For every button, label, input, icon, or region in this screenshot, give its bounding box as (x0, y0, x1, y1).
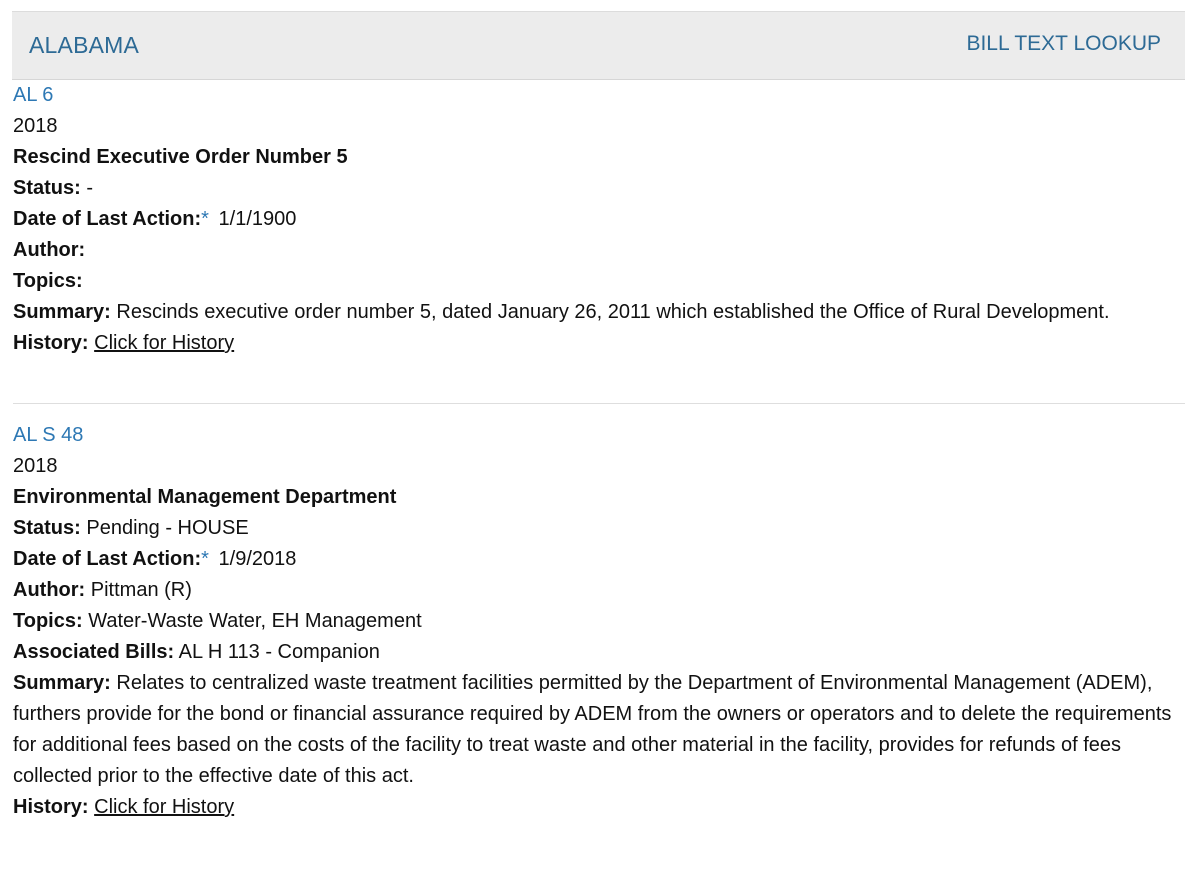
status-value: - (86, 177, 94, 199)
author-label: Author: (13, 579, 86, 601)
status-label: Status: (13, 177, 81, 199)
date-last-action-value: 1/1/1900 (218, 208, 297, 230)
bill-id-link[interactable]: AL 6 (13, 80, 53, 111)
topics-label: Topics: (13, 610, 83, 632)
associated-bills-label: Associated Bills: (13, 641, 175, 663)
bill-date-last-action: Date of Last Action:* 1/9/2018 (13, 544, 1185, 575)
bill-author: Author: (13, 235, 1185, 266)
bill-history: History: Click for History (13, 792, 1185, 823)
bill-divider (13, 403, 1185, 404)
bill-title: Environmental Management Department (13, 486, 397, 508)
bill-summary: Summary: Relates to centralized waste tr… (13, 668, 1185, 792)
author-label: Author: (13, 239, 86, 261)
bill-year: 2018 (13, 115, 58, 137)
bill-status: Status: Pending - HOUSE (13, 513, 1185, 544)
state-header: ALABAMA BILL TEXT LOOKUP (12, 11, 1185, 80)
date-last-action-label: Date of Last Action: (13, 208, 202, 230)
state-title: ALABAMA (29, 32, 140, 58)
bill-text-lookup-link[interactable]: BILL TEXT LOOKUP (966, 32, 1161, 56)
summary-value: Relates to centralized waste treatment f… (13, 672, 1172, 787)
author-value: Pittman (R) (90, 579, 192, 601)
date-last-action-label: Date of Last Action: (13, 548, 202, 570)
bill-year: 2018 (13, 455, 58, 477)
bill-list: AL 6 2018 Rescind Executive Order Number… (13, 80, 1185, 823)
history-link[interactable]: Click for History (94, 332, 234, 354)
bill-status: Status: - (13, 173, 1185, 204)
bill-history: History: Click for History (13, 328, 1185, 359)
bill-summary: Summary: Rescinds executive order number… (13, 297, 1185, 328)
bill-topics: Topics: (13, 266, 1185, 297)
history-link[interactable]: Click for History (94, 796, 234, 818)
history-label: History: (13, 796, 89, 818)
summary-value: Rescinds executive order number 5, dated… (116, 301, 1110, 323)
bill-associated-bills: Associated Bills: AL H 113 - Companion (13, 637, 1185, 668)
date-last-action-value: 1/9/2018 (218, 548, 297, 570)
summary-label: Summary: (13, 672, 111, 694)
status-label: Status: (13, 517, 81, 539)
status-value: Pending - HOUSE (86, 517, 249, 539)
bill-entry: AL S 48 2018 Environmental Management De… (13, 420, 1185, 823)
bill-date-last-action: Date of Last Action:* 1/1/1900 (13, 204, 1185, 235)
bill-id-link[interactable]: AL S 48 (13, 420, 83, 451)
asterisk-footnote-link[interactable]: * (201, 548, 209, 570)
topics-label: Topics: (13, 270, 83, 292)
bill-title: Rescind Executive Order Number 5 (13, 146, 348, 168)
bill-topics: Topics: Water-Waste Water, EH Management (13, 606, 1185, 637)
history-label: History: (13, 332, 89, 354)
associated-bills-value: AL H 113 - Companion (178, 641, 380, 663)
topics-value: Water-Waste Water, EH Management (88, 610, 422, 632)
asterisk-footnote-link[interactable]: * (201, 208, 209, 230)
bill-author: Author: Pittman (R) (13, 575, 1185, 606)
bill-entry: AL 6 2018 Rescind Executive Order Number… (13, 80, 1185, 359)
summary-label: Summary: (13, 301, 111, 323)
